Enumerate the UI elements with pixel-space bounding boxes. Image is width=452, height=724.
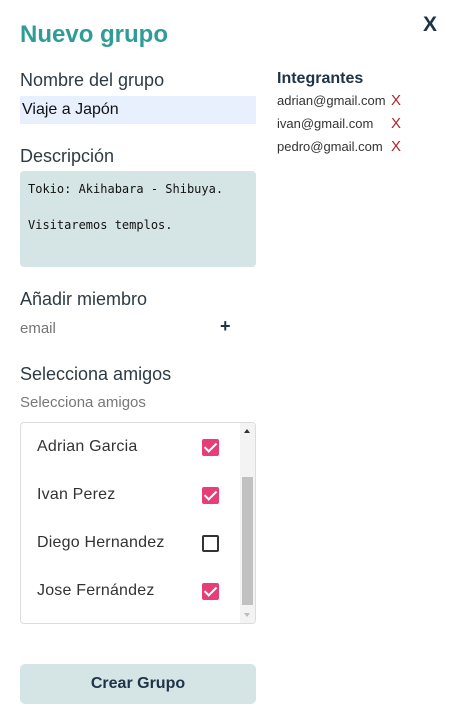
friend-name: Ivan Perez bbox=[37, 486, 116, 503]
member-email: adrian@gmail.com bbox=[277, 93, 386, 108]
friend-name: Jose Fernández bbox=[37, 582, 155, 599]
select-friends-placeholder: Selecciona amigos bbox=[20, 394, 146, 411]
email-input[interactable] bbox=[20, 318, 200, 338]
friend-checkbox[interactable] bbox=[202, 487, 219, 504]
create-group-button[interactable]: Crear Grupo bbox=[20, 664, 256, 704]
member-email: pedro@gmail.com bbox=[277, 139, 383, 154]
scroll-up-arrow-icon[interactable] bbox=[244, 429, 250, 433]
friend-name: Adrian Garcia bbox=[37, 438, 138, 455]
group-name-label: Nombre del grupo bbox=[20, 70, 165, 90]
remove-member-icon[interactable]: X bbox=[391, 92, 401, 109]
member-email: ivan@gmail.com bbox=[277, 116, 374, 131]
friend-checkbox[interactable] bbox=[202, 583, 219, 600]
add-member-plus-icon[interactable]: + bbox=[220, 316, 231, 337]
description-label: Descripción bbox=[20, 146, 115, 166]
select-friends-label: Selecciona amigos bbox=[20, 364, 172, 384]
friend-checkbox[interactable] bbox=[202, 439, 219, 456]
friends-list[interactable]: Adrian Garcia Ivan Perez Diego Hernandez… bbox=[20, 422, 256, 624]
remove-member-icon[interactable]: X bbox=[391, 115, 401, 132]
friend-checkbox[interactable] bbox=[202, 535, 219, 552]
remove-member-icon[interactable]: X bbox=[391, 138, 401, 155]
page-title: Nuevo grupo bbox=[20, 21, 168, 48]
members-title: Integrantes bbox=[277, 70, 364, 87]
scrollbar-thumb[interactable] bbox=[242, 477, 253, 605]
close-icon[interactable]: X bbox=[423, 13, 437, 37]
scroll-down-arrow-icon[interactable] bbox=[244, 613, 250, 617]
friend-name: Diego Hernandez bbox=[37, 534, 165, 551]
group-name-input[interactable] bbox=[20, 96, 256, 124]
add-member-label: Añadir miembro bbox=[20, 289, 148, 309]
description-textarea[interactable]: Tokio: Akihabara - Shibuya. Visitaremos … bbox=[20, 171, 256, 267]
